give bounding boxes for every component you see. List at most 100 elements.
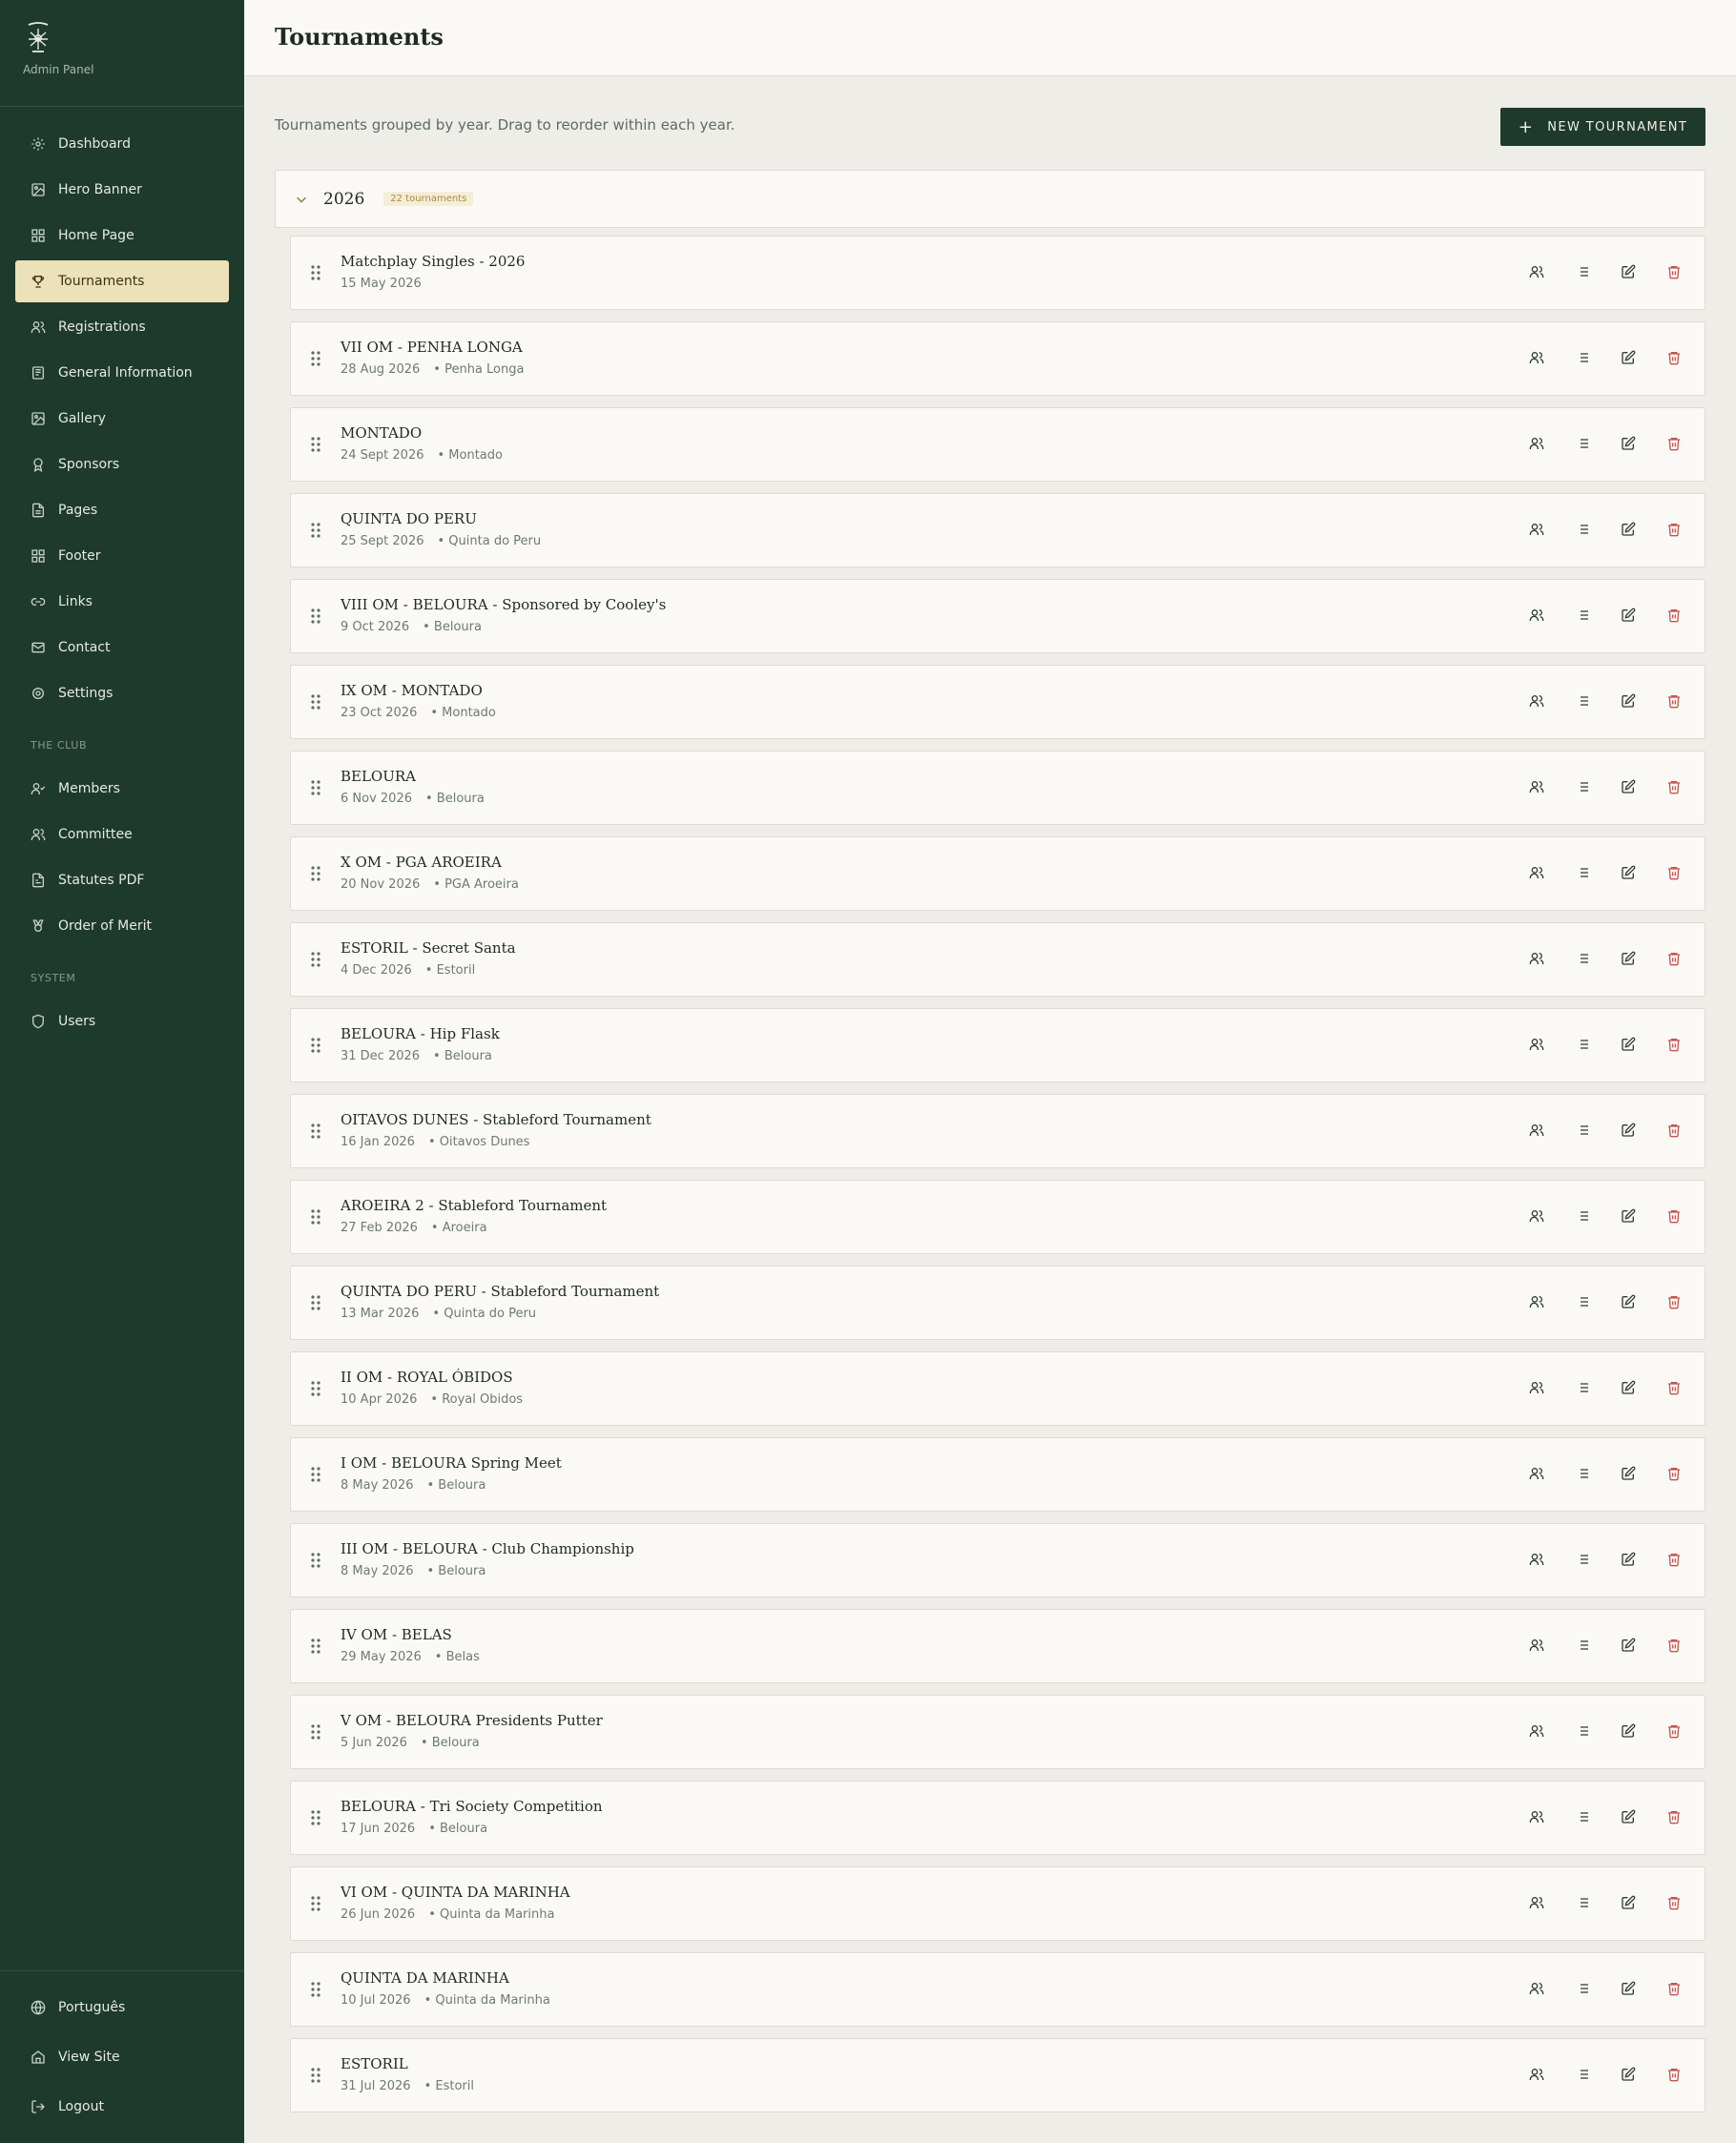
results-list-icon[interactable] — [1575, 779, 1590, 794]
drag-handle-icon[interactable] — [310, 1208, 321, 1226]
drag-handle-icon[interactable] — [310, 1809, 321, 1826]
trash-icon[interactable] — [1666, 350, 1682, 365]
results-list-icon[interactable] — [1575, 1208, 1590, 1224]
tournament-row[interactable]: BELOURA 6 Nov 2026 • Beloura — [290, 751, 1705, 825]
edit-icon[interactable] — [1621, 1638, 1636, 1653]
registrations-icon[interactable] — [1529, 951, 1544, 966]
trash-icon[interactable] — [1666, 951, 1682, 966]
drag-handle-icon[interactable] — [310, 1294, 321, 1311]
edit-icon[interactable] — [1621, 522, 1636, 537]
drag-handle-icon[interactable] — [310, 350, 321, 367]
trash-icon[interactable] — [1666, 1037, 1682, 1052]
results-list-icon[interactable] — [1575, 1981, 1590, 1996]
results-list-icon[interactable] — [1575, 865, 1590, 880]
registrations-icon[interactable] — [1529, 693, 1544, 709]
tournament-row[interactable]: ESTORIL - Secret Santa 4 Dec 2026 • Estori… — [290, 922, 1705, 997]
drag-handle-icon[interactable] — [310, 264, 321, 281]
results-list-icon[interactable] — [1575, 1895, 1590, 1910]
tournament-row[interactable]: VII OM - PENHA LONGA 28 Aug 2026 • Penha L… — [290, 321, 1705, 396]
registrations-icon[interactable] — [1529, 1895, 1544, 1910]
sidebar-item-users[interactable]: Users — [15, 1000, 229, 1042]
sidebar-item-logout[interactable]: Logout — [15, 2086, 229, 2128]
trash-icon[interactable] — [1666, 608, 1682, 623]
trash-icon[interactable] — [1666, 1552, 1682, 1567]
tournament-row[interactable]: QUINTA DO PERU 25 Sept 2026 • Quinta do Pe… — [290, 493, 1705, 567]
tournament-row[interactable]: BELOURA - Tri Society Competition 17 Jun … — [290, 1781, 1705, 1855]
registrations-icon[interactable] — [1529, 1552, 1544, 1567]
drag-handle-icon[interactable] — [310, 522, 321, 539]
tournament-row[interactable]: V OM - BELOURA Presidents Putter 5 Jun 20… — [290, 1695, 1705, 1769]
results-list-icon[interactable] — [1575, 264, 1590, 279]
edit-icon[interactable] — [1621, 1380, 1636, 1395]
tournament-row[interactable]: I OM - BELOURA Spring Meet 8 May 2026 • Be… — [290, 1437, 1705, 1512]
sidebar-item-home-page[interactable]: Home Page — [15, 215, 229, 257]
results-list-icon[interactable] — [1575, 436, 1590, 451]
tournament-row[interactable]: AROEIRA 2 - Stableford Tournament 27 Feb … — [290, 1180, 1705, 1254]
tournament-row[interactable]: BELOURA - Hip Flask 31 Dec 2026 • Beloura — [290, 1008, 1705, 1082]
results-list-icon[interactable] — [1575, 951, 1590, 966]
results-list-icon[interactable] — [1575, 2067, 1590, 2082]
results-list-icon[interactable] — [1575, 522, 1590, 537]
sidebar-item-view-site[interactable]: View Site — [15, 2036, 229, 2078]
trash-icon[interactable] — [1666, 1723, 1682, 1739]
trash-icon[interactable] — [1666, 1208, 1682, 1224]
trash-icon[interactable] — [1666, 1981, 1682, 1996]
results-list-icon[interactable] — [1575, 1809, 1590, 1824]
trash-icon[interactable] — [1666, 693, 1682, 709]
registrations-icon[interactable] — [1529, 1809, 1544, 1824]
registrations-icon[interactable] — [1529, 1380, 1544, 1395]
trash-icon[interactable] — [1666, 1895, 1682, 1910]
tournament-row[interactable]: IX OM - MONTADO 23 Oct 2026 • Montado — [290, 665, 1705, 739]
tournament-row[interactable]: ESTORIL 31 Jul 2026 • Estoril — [290, 2038, 1705, 2112]
registrations-icon[interactable] — [1529, 1037, 1544, 1052]
edit-icon[interactable] — [1621, 1208, 1636, 1224]
sidebar-item-hero-banner[interactable]: Hero Banner — [15, 169, 229, 211]
drag-handle-icon[interactable] — [310, 1552, 321, 1569]
drag-handle-icon[interactable] — [310, 1466, 321, 1483]
new-tournament-button[interactable]: + NEW TOURNAMENT — [1500, 108, 1705, 146]
drag-handle-icon[interactable] — [310, 1037, 321, 1054]
results-list-icon[interactable] — [1575, 1123, 1590, 1138]
trash-icon[interactable] — [1666, 264, 1682, 279]
tournament-row[interactable]: IV OM - BELAS 29 May 2026 • Belas — [290, 1609, 1705, 1683]
results-list-icon[interactable] — [1575, 1638, 1590, 1653]
tournament-row[interactable]: III OM - BELOURA - Club Championship 8 Ma… — [290, 1523, 1705, 1597]
edit-icon[interactable] — [1621, 2067, 1636, 2082]
edit-icon[interactable] — [1621, 1037, 1636, 1052]
drag-handle-icon[interactable] — [310, 1380, 321, 1397]
registrations-icon[interactable] — [1529, 1123, 1544, 1138]
club-logo-icon[interactable] — [23, 21, 53, 55]
trash-icon[interactable] — [1666, 779, 1682, 794]
drag-handle-icon[interactable] — [310, 1123, 321, 1140]
drag-handle-icon[interactable] — [310, 779, 321, 796]
sidebar-item-gallery[interactable]: Gallery — [15, 398, 229, 440]
edit-icon[interactable] — [1621, 865, 1636, 880]
registrations-icon[interactable] — [1529, 1638, 1544, 1653]
edit-icon[interactable] — [1621, 264, 1636, 279]
sidebar-item-sponsors[interactable]: Sponsors — [15, 443, 229, 485]
sidebar-item-members[interactable]: Members — [15, 768, 229, 810]
registrations-icon[interactable] — [1529, 350, 1544, 365]
registrations-icon[interactable] — [1529, 1208, 1544, 1224]
sidebar-item-order-of-merit[interactable]: Order of Merit — [15, 905, 229, 947]
edit-icon[interactable] — [1621, 1123, 1636, 1138]
registrations-icon[interactable] — [1529, 865, 1544, 880]
tournament-row[interactable]: VIII OM - BELOURA - Sponsored by Cooley'… — [290, 579, 1705, 653]
drag-handle-icon[interactable] — [310, 608, 321, 625]
registrations-icon[interactable] — [1529, 1981, 1544, 1996]
sidebar-item-pages[interactable]: Pages — [15, 489, 229, 531]
edit-icon[interactable] — [1621, 1809, 1636, 1824]
results-list-icon[interactable] — [1575, 1037, 1590, 1052]
edit-icon[interactable] — [1621, 436, 1636, 451]
registrations-icon[interactable] — [1529, 1294, 1544, 1309]
registrations-icon[interactable] — [1529, 1723, 1544, 1739]
drag-handle-icon[interactable] — [310, 2067, 321, 2084]
sidebar-item-settings[interactable]: Settings — [15, 672, 229, 714]
sidebar-item-dashboard[interactable]: Dashboard — [15, 123, 229, 165]
sidebar-item-contact[interactable]: Contact — [15, 627, 229, 669]
trash-icon[interactable] — [1666, 1466, 1682, 1481]
sidebar-item-footer[interactable]: Footer — [15, 535, 229, 577]
registrations-icon[interactable] — [1529, 2067, 1544, 2082]
tournament-row[interactable]: X OM - PGA AROEIRA 20 Nov 2026 • PGA Aroei… — [290, 836, 1705, 911]
results-list-icon[interactable] — [1575, 693, 1590, 709]
